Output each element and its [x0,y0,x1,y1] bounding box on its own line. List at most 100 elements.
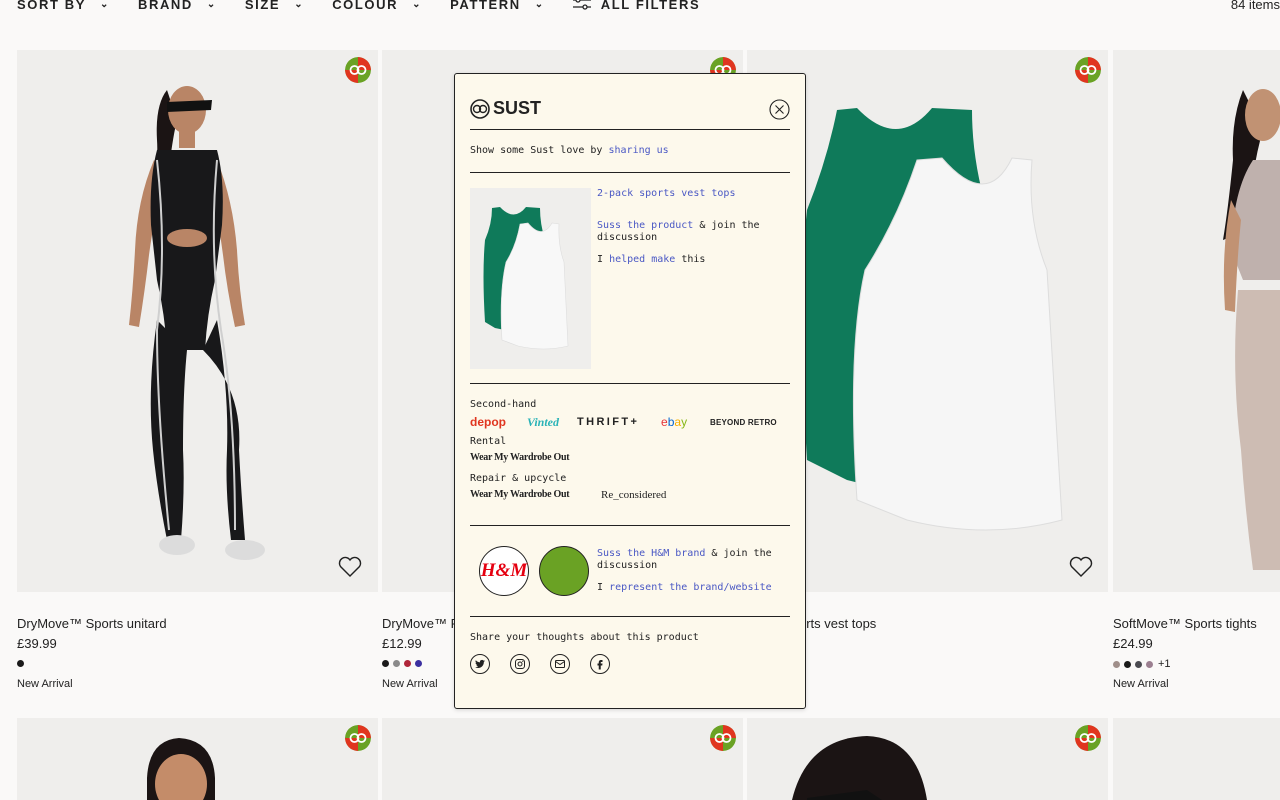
product-image[interactable] [1113,50,1280,592]
more-colors-count[interactable]: +1 [1158,658,1171,670]
new-arrival-tag: New Arrival [17,678,73,690]
chevron-down-icon: ⌄ [294,0,305,10]
beyond-retro-logo[interactable]: BEYOND RETRO [710,418,777,427]
divider [470,383,790,384]
model-image [747,718,1108,800]
color-swatch[interactable] [393,660,400,667]
new-arrival-tag: New Arrival [1113,678,1169,690]
represent-brand-link[interactable]: represent the brand/website [609,582,772,593]
suss-product-line: Suss the product & join the discussion [597,220,791,244]
product-name[interactable]: orts vest tops [799,616,876,631]
mail-icon[interactable] [550,654,570,674]
product-price: £39.99 [17,636,57,651]
heart-icon[interactable] [337,554,363,580]
divider [470,525,790,526]
color-swatch[interactable] [17,660,24,667]
filter-label: SIZE [244,0,281,12]
thrift-plus-logo[interactable]: THRIFT+ [577,416,639,428]
depop-logo[interactable]: depop [470,415,506,429]
chevron-down-icon: ⌄ [206,0,217,10]
reconsidered-logo[interactable]: Re_considered [601,489,666,501]
product-image[interactable] [382,718,743,800]
product-image[interactable] [17,50,378,592]
sust-popup: SUST Show some Sust love by sharing us 2… [454,73,806,709]
instagram-icon[interactable] [510,654,530,674]
represent-line: I represent the brand/website [597,582,791,594]
color-swatch[interactable] [404,660,411,667]
product-image[interactable] [17,718,378,800]
suss-product-link[interactable]: Suss the product [597,220,693,231]
divider [470,172,790,173]
ebay-logo[interactable]: ebay [661,415,687,429]
sust-badge-icon[interactable] [345,57,371,83]
color-swatch[interactable] [1135,660,1142,668]
divider [470,616,790,617]
vinted-logo[interactable]: Vinted [527,415,559,430]
helped-suffix: this [681,254,706,265]
size-filter[interactable]: SIZE ⌄ [245,0,304,12]
pattern-filter[interactable]: PATTERN ⌄ [450,0,545,12]
twitter-icon[interactable] [470,654,490,674]
sharing-us-link[interactable]: sharing us [608,145,668,156]
share-line: Show some Sust love by sharing us [470,145,669,157]
sust-badge-icon[interactable] [345,725,371,751]
filter-label: PATTERN [450,0,521,12]
model-image [17,718,378,800]
hm-logo-text: H&M [480,560,528,581]
color-swatch[interactable] [415,660,422,667]
sust-badge-icon[interactable] [1075,57,1101,83]
wear-my-wardrobe-out-logo[interactable]: Wear My Wardrobe Out [470,489,570,500]
filter-label: COLOUR [332,0,399,12]
helped-make-link[interactable]: helped make [609,254,675,265]
suss-brand-line: Suss the H&M brand & join the discussion [597,548,791,572]
product-name[interactable]: DryMove™ R [382,616,460,631]
brand-filter[interactable]: BRAND ⌄ [138,0,217,12]
filter-label: ALL FILTERS [600,0,701,12]
repair-upcycle-label: Repair & upcycle [470,473,567,484]
filter-bar: SORT BY ⌄ BRAND ⌄ SIZE ⌄ COLOUR ⌄ PATTERN ⌄ A… [17,0,1280,16]
brand-name: SUST [493,98,542,118]
color-swatch[interactable] [1124,660,1131,668]
divider [470,129,790,130]
color-swatches [17,660,28,667]
model-unitard-image [17,50,378,592]
color-swatch[interactable] [382,660,389,667]
share-text: Show some Sust love by [470,145,603,156]
close-icon[interactable] [769,99,790,120]
helped-make-line: I helped make this [597,254,791,266]
chevron-down-icon: ⌄ [412,0,423,10]
wear-my-wardrobe-out-logo[interactable]: Wear My Wardrobe Out [470,452,570,463]
hm-logo[interactable]: H&M [479,546,529,596]
heart-icon[interactable] [1068,554,1094,580]
facebook-icon[interactable] [590,654,610,674]
rental-label: Rental [470,436,507,447]
second-hand-label: Second-hand [470,399,537,410]
product-thumbnail[interactable] [470,188,591,369]
product-image[interactable] [747,718,1108,800]
product-image[interactable] [1113,718,1280,800]
sust-badge-icon[interactable] [710,725,736,751]
new-arrival-tag: New Arrival [382,678,438,690]
brand-score-circle[interactable] [539,546,589,596]
sust-brand: SUST [470,98,541,119]
all-filters-button[interactable]: ALL FILTERS [572,0,701,12]
color-swatch[interactable] [1146,660,1153,668]
represent-prefix: I [597,582,604,593]
share-thoughts-text: Share your thoughts about this product [470,632,699,643]
helped-prefix: I [597,254,604,265]
sust-badge-icon[interactable] [1075,725,1101,751]
sort-by-filter[interactable]: SORT BY ⌄ [17,0,110,12]
colour-filter[interactable]: COLOUR ⌄ [332,0,422,12]
product-title-link[interactable]: 2-pack sports vest tops [597,188,791,200]
suss-brand-link[interactable]: Suss the H&M brand [597,548,705,559]
product-price: £12.99 [382,636,422,651]
filter-label: SORT BY [17,0,86,12]
color-swatches: +1 [1113,658,1171,670]
items-count: 84 items [1230,0,1280,12]
product-name[interactable]: DryMove™ Sports unitard [17,616,167,631]
color-swatches [382,660,426,667]
product-name[interactable]: SoftMove™ Sports tights [1113,616,1257,631]
sust-logo-icon [470,98,490,119]
color-swatch[interactable] [1113,660,1120,668]
filter-label: BRAND [137,0,193,12]
